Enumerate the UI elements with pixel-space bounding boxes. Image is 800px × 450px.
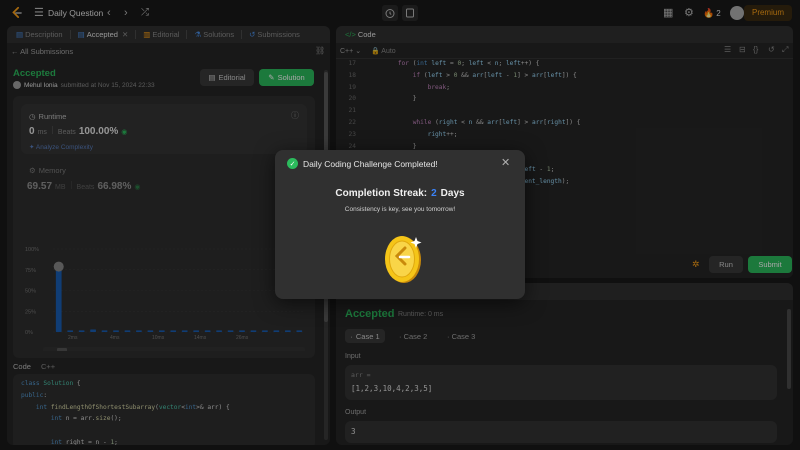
modal-title: Daily Coding Challenge Completed! <box>303 158 438 169</box>
streak-days: 2 <box>431 188 437 199</box>
completion-modal: ✓ Daily Coding Challenge Completed! ✕ Co… <box>275 150 525 299</box>
close-icon[interactable]: ✕ <box>501 156 510 169</box>
modal-message: Consistency is key, see you tomorrow! <box>344 206 456 213</box>
coin-icon <box>385 236 422 283</box>
modal-header: ✓ Daily Coding Challenge Completed! <box>287 158 438 169</box>
streak-line: Completion Streak: 2 Days <box>335 188 465 199</box>
check-circle-icon: ✓ <box>287 158 298 169</box>
